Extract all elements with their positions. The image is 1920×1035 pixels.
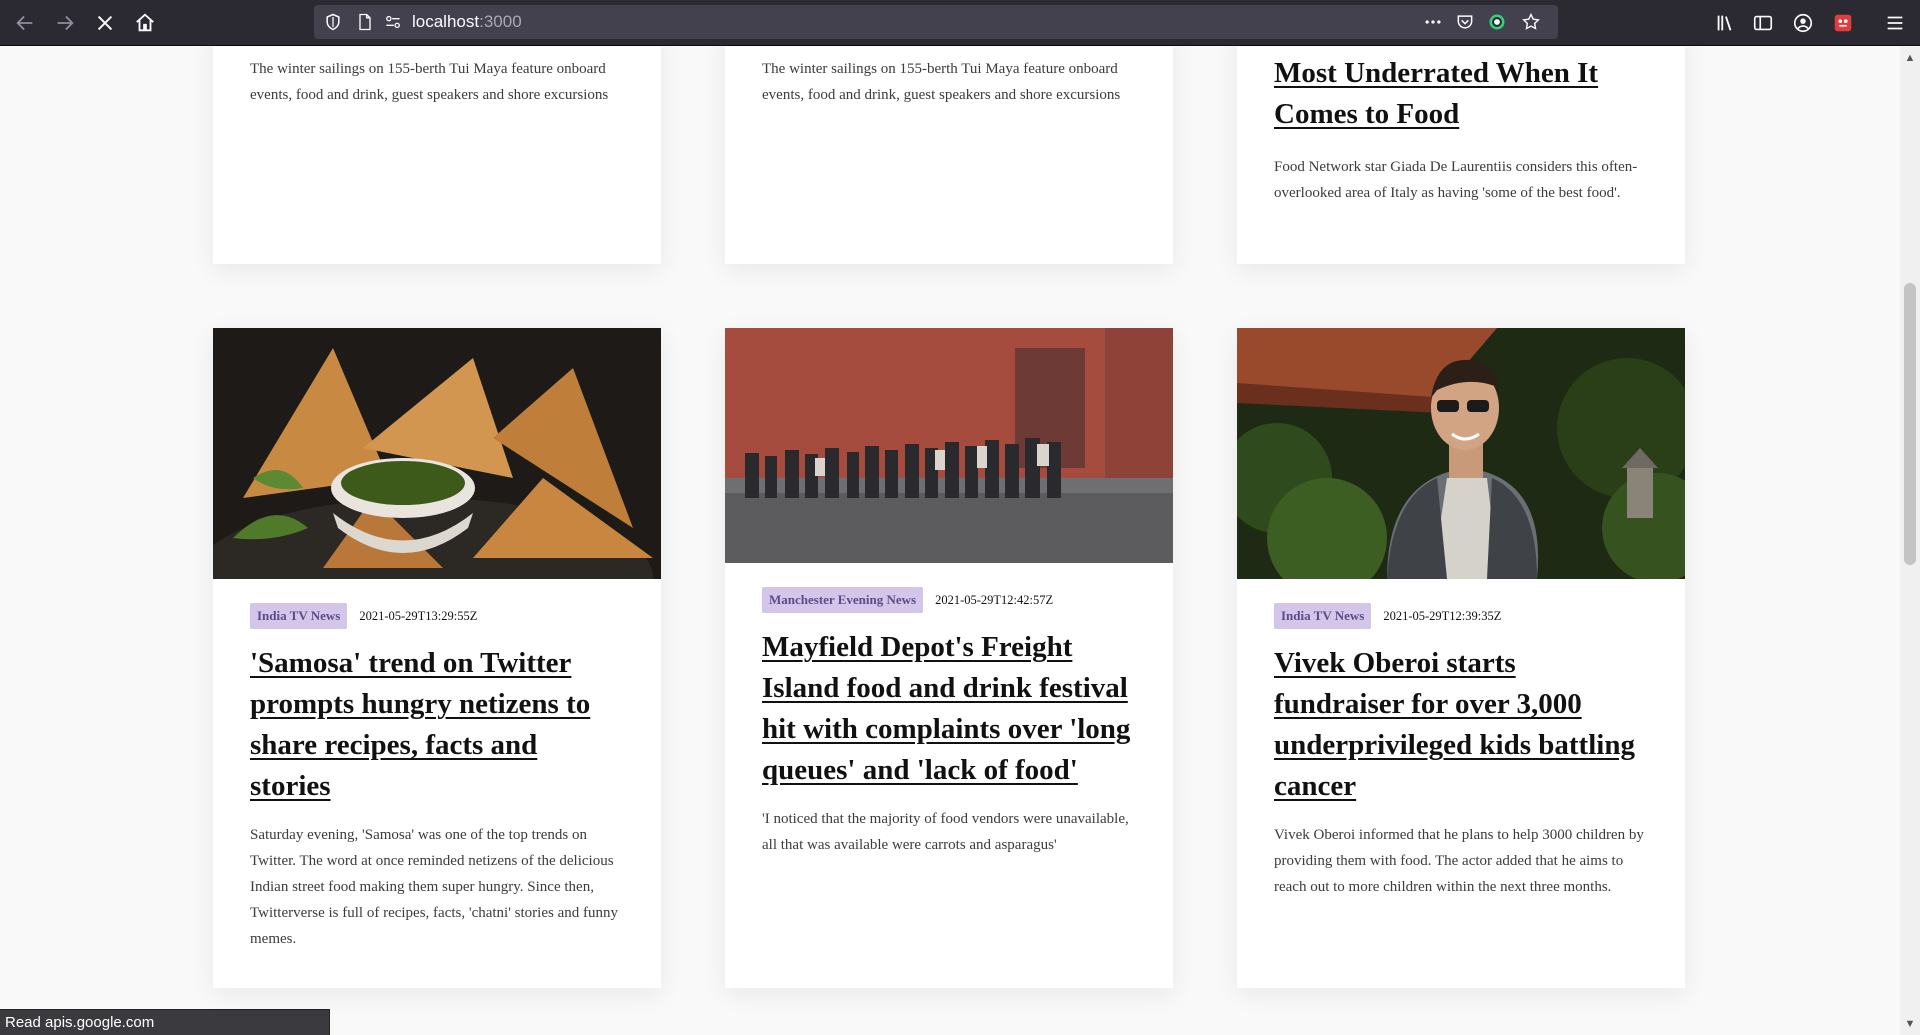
- news-card: India TV News 2021-05-29T13:29:55Z 'Samo…: [213, 328, 661, 988]
- page-icon: [354, 11, 376, 33]
- sidebar-icon: [1753, 15, 1773, 31]
- menu-button[interactable]: [1878, 6, 1912, 40]
- library-icon: [1717, 15, 1732, 31]
- shield-icon[interactable]: [322, 11, 344, 33]
- source-badge: Manchester Evening News: [762, 587, 924, 613]
- back-button[interactable]: [8, 6, 42, 40]
- card-description: The winter sailings on 155-berth Tui May…: [250, 61, 609, 103]
- scroll-up-arrow-icon[interactable]: ▲: [1900, 49, 1920, 67]
- news-card: The winter sailings on 155-berth Tui May…: [725, 47, 1173, 264]
- card-description: Saturday evening, 'Samosa' was one of th…: [250, 827, 618, 947]
- hamburger-menu-icon: [1887, 16, 1903, 30]
- more-actions-icon[interactable]: [1422, 11, 1444, 33]
- news-card: Most Underrated When It Comes to Food Fo…: [1237, 47, 1685, 264]
- card-title-link[interactable]: 'Samosa' trend on Twitter prompts hungry…: [250, 643, 625, 807]
- close-icon: [97, 15, 113, 31]
- card-description: The winter sailings on 155-berth Tui May…: [762, 61, 1121, 103]
- card-image-queue[interactable]: [725, 328, 1173, 563]
- extension-ring-icon[interactable]: [1486, 11, 1508, 33]
- stop-loading-button[interactable]: [88, 6, 122, 40]
- news-card: The winter sailings on 155-berth Tui May…: [213, 47, 661, 264]
- scroll-thumb[interactable]: [1904, 283, 1916, 565]
- extension-button[interactable]: [1826, 6, 1860, 40]
- account-button[interactable]: [1786, 6, 1820, 40]
- forward-button[interactable]: [48, 6, 82, 40]
- pocket-icon[interactable]: [1454, 11, 1476, 33]
- published-date: 2021-05-29T13:29:55Z: [359, 608, 478, 623]
- card-description: Vivek Oberoi informed that he plans to h…: [1274, 827, 1644, 895]
- sidebar-button[interactable]: [1746, 6, 1780, 40]
- news-card: India TV News 2021-05-29T12:39:35Z Vivek…: [1237, 328, 1685, 988]
- page-viewport: The winter sailings on 155-berth Tui May…: [0, 47, 1900, 1035]
- home-icon: [136, 13, 154, 32]
- url-text[interactable]: localhost:3000: [412, 12, 522, 32]
- status-bar: Read apis.google.com: [0, 1009, 330, 1035]
- card-title-link[interactable]: Mayfield Depot's Freight Island food and…: [762, 627, 1137, 791]
- library-button[interactable]: [1708, 6, 1742, 40]
- source-badge: India TV News: [250, 603, 348, 629]
- published-date: 2021-05-29T12:39:35Z: [1383, 608, 1502, 623]
- scroll-down-arrow-icon[interactable]: ▼: [1900, 1015, 1920, 1033]
- vertical-scrollbar[interactable]: ▲ ▼: [1900, 47, 1920, 1035]
- url-bar[interactable]: localhost:3000: [314, 5, 1558, 39]
- home-button[interactable]: [128, 6, 162, 40]
- arrow-left-icon: [16, 15, 33, 31]
- permissions-icon[interactable]: [382, 11, 404, 33]
- account-icon: [1793, 13, 1813, 33]
- arrow-right-icon: [57, 15, 74, 31]
- url-host: localhost: [412, 12, 480, 31]
- browser-toolbar: localhost:3000: [0, 0, 1920, 46]
- news-card: Manchester Evening News 2021-05-29T12:42…: [725, 328, 1173, 988]
- card-description: Food Network star Giada De Laurentiis co…: [1274, 159, 1638, 201]
- card-image-samosa[interactable]: [213, 328, 661, 579]
- bookmark-star-icon[interactable]: [1520, 11, 1542, 33]
- card-description: 'I noticed that the majority of food ven…: [762, 811, 1129, 853]
- extension-icon: [1834, 14, 1852, 32]
- card-title-link[interactable]: Most Underrated When It Comes to Food: [1274, 53, 1654, 135]
- published-date: 2021-05-29T12:42:57Z: [935, 592, 1054, 607]
- card-title-link[interactable]: Vivek Oberoi starts fundraiser for over …: [1274, 643, 1649, 807]
- url-port: :3000: [479, 12, 522, 31]
- source-badge: India TV News: [1274, 603, 1372, 629]
- card-image-portrait[interactable]: [1237, 328, 1685, 579]
